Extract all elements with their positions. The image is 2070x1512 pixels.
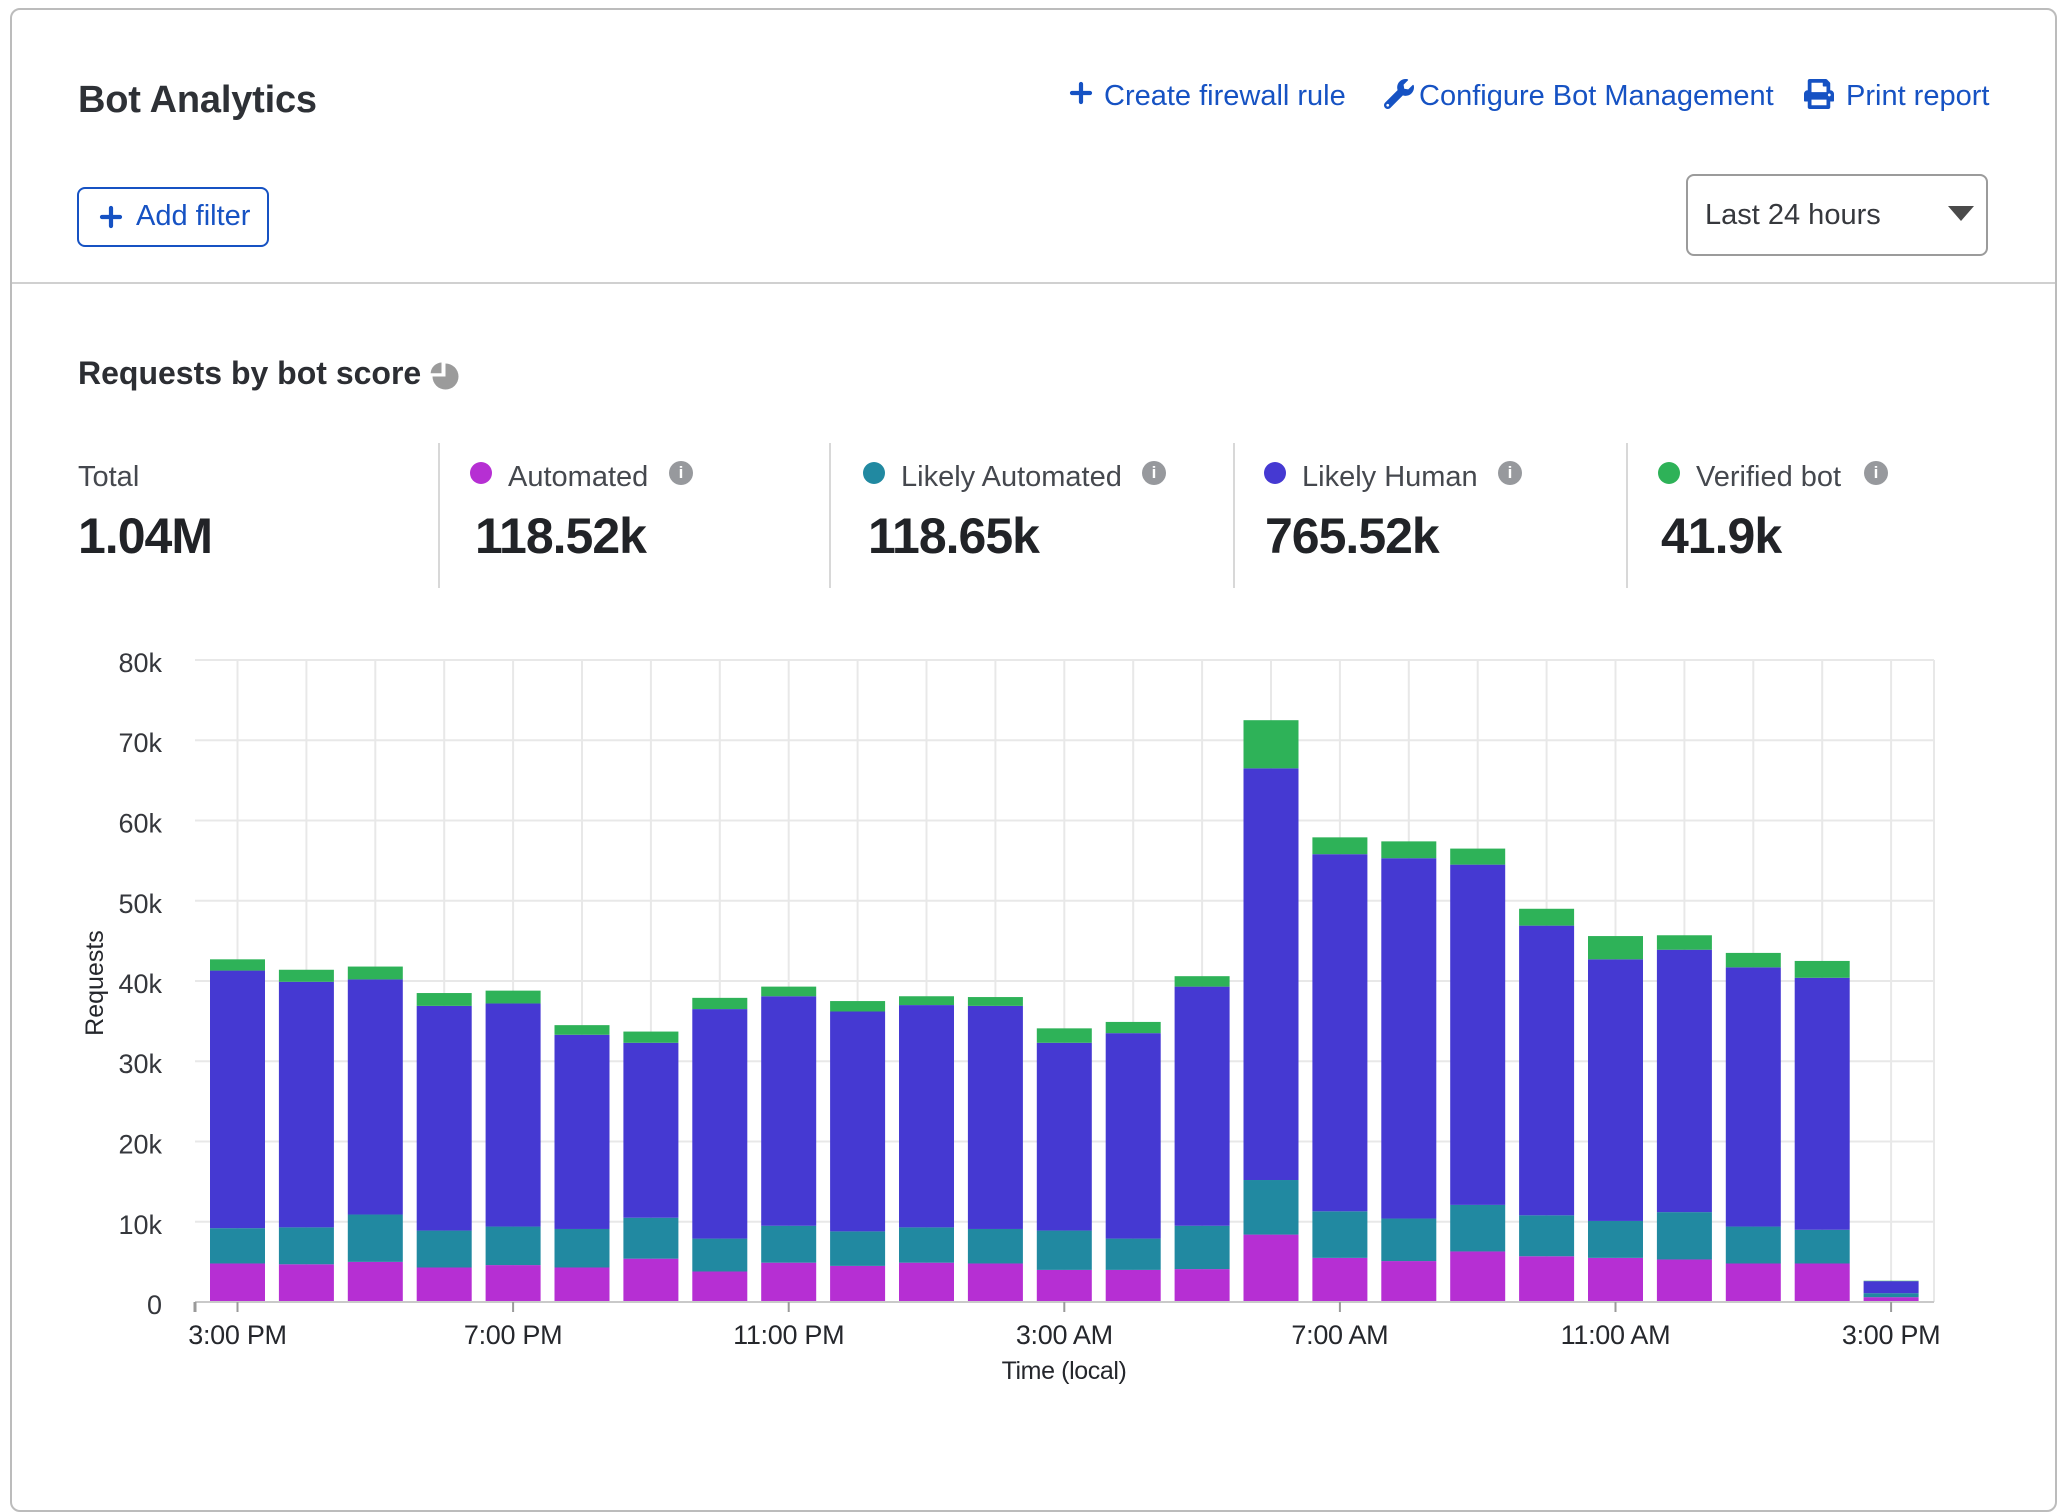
svg-text:7:00 AM: 7:00 AM	[1291, 1320, 1388, 1350]
svg-text:11:00 PM: 11:00 PM	[733, 1320, 844, 1350]
svg-text:70k: 70k	[118, 728, 162, 758]
svg-text:0: 0	[147, 1290, 162, 1320]
svg-text:3:00 PM: 3:00 PM	[188, 1320, 286, 1350]
svg-text:30k: 30k	[118, 1049, 162, 1079]
svg-text:50k: 50k	[118, 889, 162, 919]
svg-text:3:00 PM: 3:00 PM	[1842, 1320, 1940, 1350]
svg-text:20k: 20k	[118, 1130, 162, 1160]
svg-text:Time (local): Time (local)	[1002, 1357, 1127, 1385]
svg-text:60k: 60k	[118, 809, 162, 839]
svg-text:80k: 80k	[118, 648, 162, 678]
svg-text:40k: 40k	[118, 969, 162, 999]
svg-text:7:00 PM: 7:00 PM	[464, 1320, 562, 1350]
svg-text:11:00 AM: 11:00 AM	[1561, 1320, 1671, 1350]
svg-text:10k: 10k	[118, 1210, 162, 1240]
svg-text:Requests: Requests	[81, 930, 109, 1036]
svg-text:3:00 AM: 3:00 AM	[1016, 1320, 1113, 1350]
